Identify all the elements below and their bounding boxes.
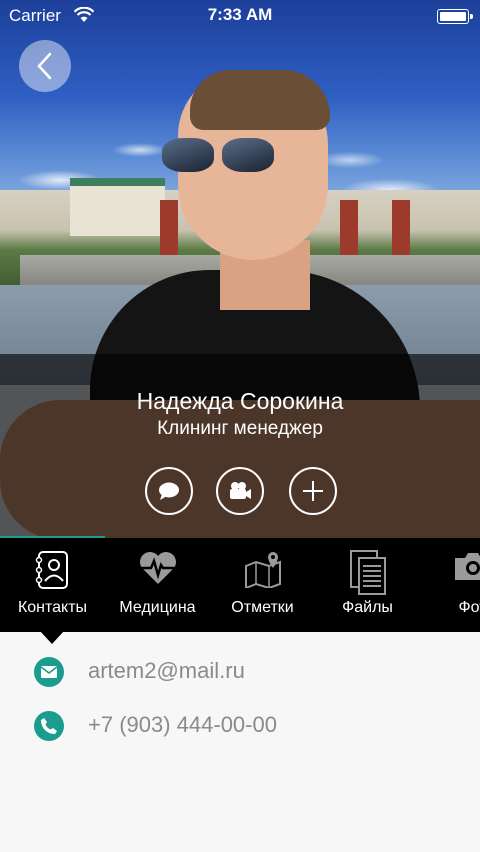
phone-icon xyxy=(34,711,64,741)
map-pin-icon xyxy=(243,550,283,593)
email-value[interactable]: artem2@mail.ru xyxy=(88,658,245,684)
email-row[interactable]: artem2@mail.ru xyxy=(0,654,480,694)
phone-value[interactable]: +7 (903) 444-00-00 xyxy=(88,712,277,738)
tab-bar: Контакты Медицина Отметки Файлы Фо xyxy=(0,538,480,632)
message-button[interactable] xyxy=(145,467,193,515)
clock: 7:33 AM xyxy=(207,5,273,24)
files-icon xyxy=(348,550,388,601)
message-icon xyxy=(159,482,179,500)
heart-pulse-icon xyxy=(138,550,178,591)
tab-contacts[interactable]: Контакты xyxy=(0,538,105,632)
tab-label: Файлы xyxy=(342,599,393,616)
profile-role: Клининг менеджер xyxy=(157,418,323,439)
tab-checkins[interactable]: Отметки xyxy=(210,538,315,632)
active-tab-pointer xyxy=(40,631,64,644)
profile-photo xyxy=(0,0,480,538)
camera-icon xyxy=(453,550,480,587)
chevron-left-icon xyxy=(37,52,52,80)
profile-name: Надежда Сорокина xyxy=(136,388,344,414)
tab-label: Медицина xyxy=(119,599,196,616)
email-icon xyxy=(34,657,64,687)
video-call-button[interactable] xyxy=(216,467,264,515)
phone-row[interactable]: +7 (903) 444-00-00 xyxy=(0,708,480,748)
battery-icon xyxy=(437,9,473,24)
contacts-icon xyxy=(35,550,71,595)
tab-label: Фот xyxy=(458,599,480,616)
video-call-icon xyxy=(230,482,251,499)
add-icon xyxy=(303,481,323,501)
tab-files[interactable]: Файлы xyxy=(315,538,420,632)
tab-label: Контакты xyxy=(17,599,88,616)
back-button[interactable] xyxy=(19,40,71,92)
status-bar: Carrier 7:33 AM xyxy=(0,0,480,32)
tab-medicine[interactable]: Медицина xyxy=(105,538,210,632)
tab-photos[interactable]: Фот xyxy=(420,538,480,632)
sunglasses xyxy=(162,138,282,174)
add-button[interactable] xyxy=(289,467,337,515)
tab-label: Отметки xyxy=(231,599,294,616)
